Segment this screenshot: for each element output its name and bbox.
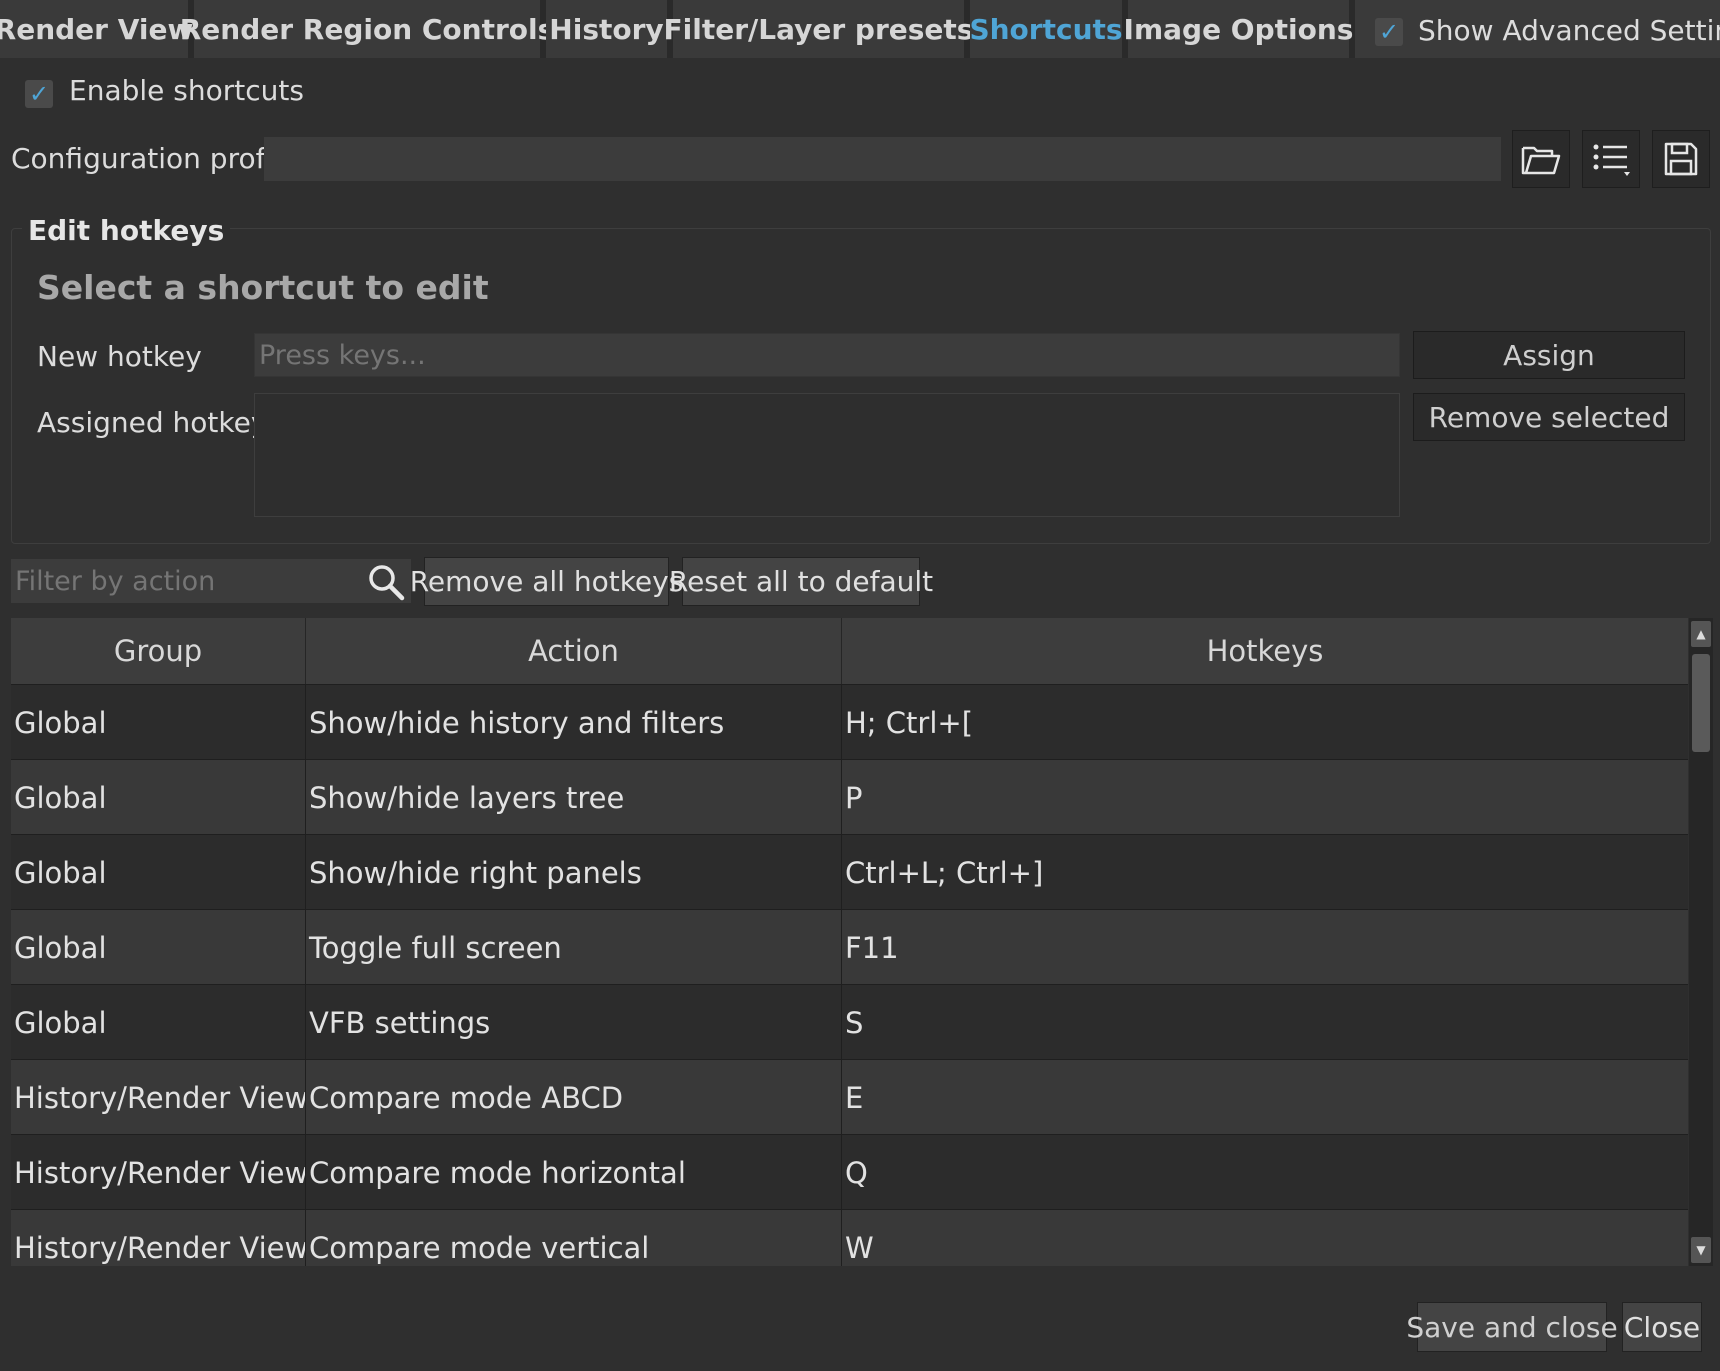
column-header-hotkeys[interactable]: Hotkeys xyxy=(842,618,1688,684)
tab-bar: Render View Render Region Controls Histo… xyxy=(0,0,1720,58)
cell-group: Global xyxy=(11,835,306,910)
advanced-settings-label: Show Advanced Settings xyxy=(1418,14,1720,47)
enable-shortcuts-checkbox[interactable]: ✓ xyxy=(25,80,53,108)
arrow-up-icon: ▲ xyxy=(1696,627,1706,641)
shortcuts-table: Group Action Hotkeys Global Show/hide hi… xyxy=(11,618,1688,1266)
table-row[interactable]: History/Render View Compare mode vertica… xyxy=(11,1209,1688,1266)
table-row[interactable]: History/Render View Compare mode ABCD E xyxy=(11,1059,1688,1135)
table-row[interactable]: Global Show/hide right panels Ctrl+L; Ct… xyxy=(11,834,1688,910)
cell-hotkeys: F11 xyxy=(845,930,899,965)
cell-hotkeys: E xyxy=(845,1080,864,1115)
checkmark-icon: ✓ xyxy=(28,80,50,108)
cell-group: Global xyxy=(11,985,306,1060)
cell-hotkeys: Q xyxy=(845,1155,868,1190)
scrollbar-thumb[interactable] xyxy=(1692,654,1710,752)
close-button[interactable]: Close xyxy=(1622,1302,1702,1352)
cell-group: History/Render View xyxy=(11,1135,306,1210)
advanced-settings-area: ✓ Show Advanced Settings xyxy=(1355,0,1720,58)
assigned-hotkeys-list[interactable] xyxy=(254,393,1400,517)
table-row[interactable]: Global Toggle full screen F11 xyxy=(11,909,1688,985)
table-row[interactable]: Global Show/hide history and filters H; … xyxy=(11,684,1688,760)
column-header-group[interactable]: Group xyxy=(11,618,306,684)
tab-render-view[interactable]: Render View xyxy=(0,0,193,58)
cell-action: VFB settings xyxy=(306,985,842,1060)
column-header-action[interactable]: Action xyxy=(306,618,842,684)
cell-action: Show/hide right panels xyxy=(306,835,842,910)
filter-search-button[interactable] xyxy=(366,562,406,602)
reset-all-button[interactable]: Reset all to default xyxy=(669,557,933,606)
table-row[interactable]: Global VFB settings S xyxy=(11,984,1688,1060)
folder-open-icon xyxy=(1521,146,1561,175)
tab-shortcuts[interactable]: Shortcuts xyxy=(969,0,1123,58)
new-hotkey-label: New hotkey xyxy=(37,340,202,373)
arrow-down-icon: ▼ xyxy=(1696,1243,1706,1257)
advanced-settings-checkbox[interactable]: ✓ xyxy=(1375,18,1403,46)
table-row[interactable]: History/Render View Compare mode horizon… xyxy=(11,1134,1688,1210)
cell-action: Show/hide layers tree xyxy=(306,760,842,835)
cell-group: History/Render View xyxy=(11,1060,306,1135)
cell-group: History/Render View xyxy=(11,1210,306,1266)
scroll-up-button[interactable]: ▲ xyxy=(1691,621,1711,647)
cell-hotkeys: S xyxy=(845,1005,864,1040)
remove-selected-button[interactable]: Remove selected xyxy=(1413,393,1685,441)
tab-image-options[interactable]: Image Options xyxy=(1124,0,1353,58)
save-and-close-button[interactable]: Save and close xyxy=(1406,1302,1618,1352)
cell-action: Show/hide history and filters xyxy=(306,685,842,760)
cell-group: Global xyxy=(11,910,306,985)
cell-action: Compare mode horizontal xyxy=(306,1135,842,1210)
open-profile-button[interactable] xyxy=(1512,130,1570,188)
assign-button[interactable]: Assign xyxy=(1413,331,1685,379)
cell-hotkeys: Ctrl+L; Ctrl+] xyxy=(845,855,1044,890)
cell-group: Global xyxy=(11,685,306,760)
remove-all-hotkeys-button[interactable]: Remove all hotkeys xyxy=(410,557,683,606)
search-icon xyxy=(369,565,405,601)
configuration-profile-field[interactable] xyxy=(264,137,1501,181)
cell-group: Global xyxy=(11,760,306,835)
table-header: Group Action Hotkeys xyxy=(11,618,1688,684)
cell-hotkeys: P xyxy=(845,780,863,815)
table-row[interactable]: Global Show/hide layers tree P xyxy=(11,759,1688,835)
cell-hotkeys: W xyxy=(845,1230,874,1265)
cell-hotkeys: H; Ctrl+[ xyxy=(845,705,974,740)
edit-hotkeys-title: Edit hotkeys xyxy=(22,214,231,247)
new-hotkey-input[interactable] xyxy=(254,333,1400,377)
scroll-down-button[interactable]: ▼ xyxy=(1691,1237,1711,1263)
tab-filter-layer-presets[interactable]: Filter/Layer presets xyxy=(664,0,973,58)
tab-render-region-controls[interactable]: Render Region Controls xyxy=(180,0,554,58)
tab-history[interactable]: History xyxy=(546,0,667,58)
cell-action: Toggle full screen xyxy=(306,910,842,985)
table-scrollbar[interactable]: ▲ ▼ xyxy=(1689,618,1713,1266)
filter-input[interactable] xyxy=(11,559,411,603)
profile-list-button[interactable] xyxy=(1582,130,1640,188)
enable-shortcuts-label: Enable shortcuts xyxy=(69,74,304,107)
floppy-disk-icon xyxy=(1664,142,1698,176)
cell-action: Compare mode ABCD xyxy=(306,1060,842,1135)
assigned-hotkeys-label: Assigned hotkeys xyxy=(37,406,282,439)
list-menu-icon xyxy=(1593,144,1630,176)
save-profile-button[interactable] xyxy=(1652,130,1710,188)
cell-action: Compare mode vertical xyxy=(306,1210,842,1266)
configuration-profile-label: Configuration profile xyxy=(11,142,299,175)
checkmark-icon: ✓ xyxy=(1378,18,1400,46)
edit-heading: Select a shortcut to edit xyxy=(37,268,489,307)
